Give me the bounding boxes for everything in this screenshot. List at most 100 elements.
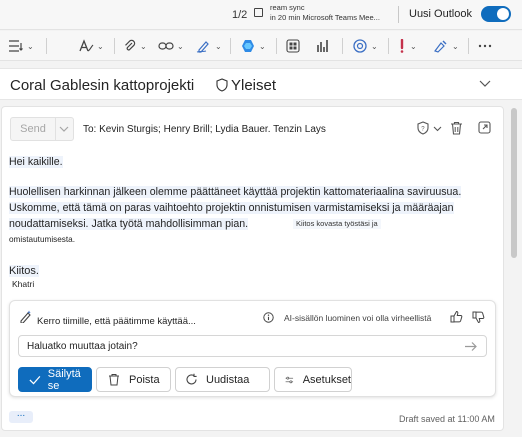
copilot-pen-icon <box>20 310 31 323</box>
format-text-button[interactable]: ⌄ <box>78 37 104 55</box>
calendar-icon <box>254 8 263 17</box>
suggestion-line-2: omistautumisesta. <box>9 235 75 244</box>
copilot-button[interactable]: ⌄ <box>240 37 266 55</box>
divider <box>46 38 47 54</box>
scrollbar[interactable] <box>511 108 517 258</box>
suggestion-line-1: Kiitos kovasta työstäsi ja <box>296 219 378 228</box>
top-bar: 1/2 ream sync in 20 min Microsoft Teams … <box>0 0 522 30</box>
importance-icon <box>400 39 404 53</box>
trash-icon[interactable] <box>450 121 463 135</box>
paragraph-2-line-2: noudattamiseksi. Jatka työtä mahdollisim… <box>9 218 249 230</box>
inline-suggestion[interactable]: Kiitos kovasta työstäsi ja <box>293 219 381 229</box>
signature: Khatri <box>12 279 35 289</box>
paragraph-2-line-2-text: noudattamiseksi. Jatka työtä mahdollisim… <box>9 218 249 230</box>
signature-icon <box>196 41 209 53</box>
divider <box>388 38 389 54</box>
send-arrow-icon[interactable] <box>464 341 478 352</box>
chevron-down-icon: ⌄ <box>27 41 34 51</box>
signature-button[interactable]: ⌄ <box>196 37 222 55</box>
paragraph-1-text: Huolellisen harkinnan jälkeen olemme pää… <box>9 186 462 198</box>
divider <box>276 38 277 54</box>
divider <box>230 38 231 54</box>
new-outlook-label: Uusi Outlook <box>409 8 472 20</box>
meeting-reminder[interactable]: ream sync in 20 min Microsoft Teams Mee.… <box>270 3 380 23</box>
importance-button[interactable]: ⌄ <box>397 37 417 55</box>
discard-button[interactable]: Poista <box>96 367 171 392</box>
chevron-down-icon[interactable] <box>58 123 70 135</box>
sensitivity-icon <box>434 40 447 53</box>
copilot-refine-input[interactable]: Haluatko muuttaa jotain? <box>18 335 487 357</box>
show-more-button[interactable]: ... <box>9 409 33 423</box>
keep-it-button[interactable]: Säilytä se <box>18 367 92 392</box>
chevron-down-icon: ⌄ <box>97 41 104 51</box>
recipients-field[interactable]: To: Kevin Sturgis; Henry Brill; Lydia Ba… <box>83 124 326 135</box>
greeting-text: Hei kaikille. <box>9 156 63 168</box>
settings-button[interactable]: Asetukset <box>274 367 352 392</box>
divider <box>114 38 115 54</box>
reminder-title: ream sync <box>270 3 305 12</box>
thumbs-up-icon[interactable] <box>450 310 463 323</box>
divider <box>468 38 469 54</box>
reminder-detail: in 20 min Microsoft Teams Mee... <box>270 13 380 22</box>
settings-label: Asetukset <box>302 373 351 386</box>
keep-it-label: Säilytä se <box>47 367 81 392</box>
sensitivity-label[interactable]: Yleiset <box>231 77 276 94</box>
sensitivity-button[interactable]: ⌄ <box>433 37 459 55</box>
apps-button[interactable] <box>286 37 300 55</box>
divider <box>342 38 343 54</box>
paragraph-2-line-1: Uskomme, että tämä on paras vaihtoehto p… <box>9 202 454 214</box>
refresh-icon <box>186 373 197 385</box>
copilot-prompt-summary[interactable]: Kerro tiimille, että päätimme käyttää... <box>37 316 196 327</box>
shield-icon <box>216 78 228 92</box>
chevron-down-icon: ⌄ <box>177 41 184 51</box>
sensitivity-shield-icon[interactable]: ? <box>416 121 430 135</box>
chevron-down-icon[interactable] <box>478 78 492 88</box>
closing-text: Kiitos. <box>9 265 39 277</box>
loop-button[interactable]: ⌄ <box>352 37 378 55</box>
new-outlook-toggle[interactable] <box>481 6 511 22</box>
closing: Kiitos. <box>9 265 39 277</box>
checkmark-icon <box>29 375 41 385</box>
chevron-down-icon: ⌄ <box>215 41 222 51</box>
chevron-down-icon: ⌄ <box>410 41 417 51</box>
link-icon <box>158 42 174 50</box>
divider <box>398 6 399 23</box>
settings-sliders-icon <box>285 376 294 383</box>
more-options-button[interactable] <box>478 37 492 55</box>
chart-button[interactable] <box>316 37 330 55</box>
attach-icon <box>125 39 136 51</box>
pop-out-icon[interactable] <box>478 121 491 134</box>
copilot-icon <box>242 40 254 52</box>
subject-title[interactable]: Coral Gablesin kattoprojekti <box>10 77 194 94</box>
regenerate-button[interactable]: Uudistaa <box>175 367 270 392</box>
send-button-group: Send <box>10 117 74 141</box>
subject-bar: Coral Gablesin kattoprojekti Yleiset <box>0 68 522 100</box>
link-button[interactable]: ⌄ <box>158 37 184 55</box>
more-icon <box>478 44 492 48</box>
svg-text:?: ? <box>421 127 425 133</box>
greeting: Hei kaikille. <box>9 156 63 168</box>
info-icon <box>263 312 274 323</box>
refine-input-text: Haluatko muuttaa jotain? <box>27 341 138 352</box>
ai-disclaimer: AI-sisällön luominen voi olla virheellis… <box>284 313 432 323</box>
format-text-icon <box>79 39 94 52</box>
chevron-down-icon[interactable] <box>433 125 442 132</box>
format-list-button[interactable]: ⌄ <box>8 37 34 55</box>
format-list-icon <box>9 40 23 52</box>
chevron-down-icon: ⌄ <box>371 41 378 51</box>
chevron-down-icon: ⌄ <box>452 41 459 51</box>
draft-status: Draft saved at 11:00 AM <box>399 414 495 424</box>
loop-icon <box>353 39 367 53</box>
regenerate-label: Uudistaa <box>206 373 250 386</box>
toggle-knob <box>497 8 509 20</box>
chevron-down-icon: ⌄ <box>140 41 147 51</box>
chevron-down-icon: ⌄ <box>259 41 266 51</box>
paragraph-2-line-1-text: Uskomme, että tämä on paras vaihtoehto p… <box>9 202 454 214</box>
reminder-pager[interactable]: 1/2 <box>232 9 247 21</box>
trash-icon <box>109 374 119 386</box>
send-button[interactable]: Send <box>11 118 56 140</box>
thumbs-down-icon[interactable] <box>472 311 485 324</box>
chart-icon <box>317 40 328 52</box>
attach-button[interactable]: ⌄ <box>123 37 147 55</box>
apps-icon <box>286 39 300 53</box>
